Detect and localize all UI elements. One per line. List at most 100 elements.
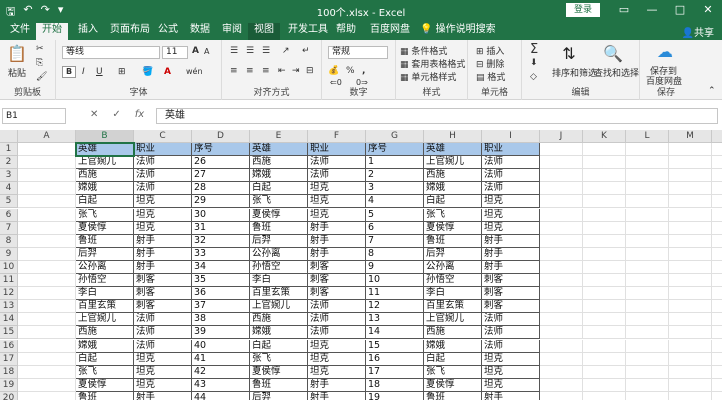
table-cell[interactable]: 孙悟空 xyxy=(76,274,134,287)
table-cell[interactable] xyxy=(712,235,722,248)
table-cell[interactable] xyxy=(18,195,76,209)
row-header[interactable]: 3 xyxy=(0,169,18,183)
select-all-corner[interactable] xyxy=(0,130,18,143)
column-header-g[interactable]: G xyxy=(366,130,424,143)
tab-view[interactable]: 视图 xyxy=(248,23,280,40)
table-cell[interactable] xyxy=(583,365,626,379)
column-header-m[interactable]: M xyxy=(669,130,712,143)
table-cell[interactable] xyxy=(626,378,669,392)
row-header[interactable]: 14 xyxy=(0,313,18,327)
table-cell[interactable]: 李白 xyxy=(250,274,308,287)
table-cell[interactable]: 10 xyxy=(366,274,424,287)
table-cell[interactable] xyxy=(626,208,669,222)
table-cell[interactable] xyxy=(712,143,722,156)
table-cell[interactable]: 李白 xyxy=(76,287,134,301)
table-cell[interactable]: 后羿 xyxy=(424,247,482,261)
table-cell[interactable]: 鲁班 xyxy=(424,391,482,400)
table-cell[interactable] xyxy=(18,300,76,314)
table-cell[interactable] xyxy=(669,352,712,366)
table-cell[interactable]: 4 xyxy=(366,195,424,209)
grow-font-button[interactable]: A xyxy=(192,46,199,56)
delete-button[interactable]: ⊟ 删除 xyxy=(476,57,504,70)
table-cell[interactable]: 43 xyxy=(192,378,250,392)
table-cell[interactable] xyxy=(626,234,669,248)
table-cell[interactable]: 鲁班 xyxy=(250,221,308,235)
table-cell[interactable] xyxy=(583,208,626,222)
shrink-font-button[interactable]: A xyxy=(204,47,209,56)
tab-home[interactable]: 开始 xyxy=(36,23,68,40)
table-cell[interactable] xyxy=(712,274,722,287)
tab-page-layout[interactable]: 页面布局 xyxy=(104,23,156,40)
table-cell[interactable]: 法师 xyxy=(482,169,540,183)
row-header[interactable]: 5 xyxy=(0,195,18,209)
table-cell[interactable]: 15 xyxy=(366,339,424,353)
table-cell[interactable] xyxy=(669,247,712,261)
table-cell[interactable]: 射手 xyxy=(308,391,366,400)
table-cell[interactable]: 张飞 xyxy=(424,365,482,379)
table-cell[interactable]: 33 xyxy=(192,247,250,261)
accounting-icon[interactable]: 💰 xyxy=(328,66,339,76)
table-cell[interactable] xyxy=(540,378,583,392)
table-cell[interactable] xyxy=(540,169,583,183)
table-cell[interactable] xyxy=(540,300,583,314)
table-cell[interactable]: 坦克 xyxy=(482,208,540,222)
table-cell[interactable]: 嫦娥 xyxy=(76,182,134,196)
table-cell[interactable] xyxy=(18,352,76,366)
table-cell[interactable]: 1 xyxy=(366,156,424,170)
tab-insert[interactable]: 插入 xyxy=(72,23,104,40)
column-header-l[interactable]: L xyxy=(626,130,669,143)
table-cell[interactable]: 夏侯惇 xyxy=(424,378,482,392)
table-cell[interactable]: 刺客 xyxy=(482,287,540,301)
table-cell[interactable]: 西施 xyxy=(76,326,134,340)
row-header[interactable]: 15 xyxy=(0,326,18,340)
table-cell[interactable] xyxy=(583,326,626,340)
table-cell[interactable] xyxy=(712,261,722,274)
table-cell[interactable] xyxy=(18,313,76,327)
header-cell[interactable]: 序号 xyxy=(366,143,424,156)
table-cell[interactable] xyxy=(540,247,583,261)
table-cell[interactable]: 坦克 xyxy=(482,365,540,379)
row-header[interactable]: 19 xyxy=(0,378,18,392)
table-cell[interactable] xyxy=(540,287,583,301)
wrap-text-icon[interactable]: ↵ xyxy=(302,46,310,56)
table-cell[interactable] xyxy=(18,274,76,287)
table-cell[interactable] xyxy=(626,352,669,366)
table-cell[interactable]: 夏侯惇 xyxy=(250,208,308,222)
tab-data[interactable]: 数据 xyxy=(184,23,216,40)
column-header-a[interactable]: A xyxy=(18,130,76,143)
table-cell[interactable]: 白起 xyxy=(76,195,134,209)
table-cell[interactable] xyxy=(18,156,76,170)
table-cell[interactable] xyxy=(583,169,626,183)
table-cell[interactable] xyxy=(669,221,712,235)
fill-icon[interactable]: ⬇ xyxy=(530,58,538,68)
table-cell[interactable]: 法师 xyxy=(308,169,366,183)
table-cell[interactable]: 40 xyxy=(192,339,250,353)
table-cell[interactable]: 法师 xyxy=(134,182,192,196)
table-cell[interactable] xyxy=(669,300,712,314)
table-cell[interactable]: 坦克 xyxy=(482,221,540,235)
row-header[interactable]: 12 xyxy=(0,287,18,301)
table-cell[interactable]: 法师 xyxy=(308,156,366,170)
table-cell[interactable]: 39 xyxy=(192,326,250,340)
table-cell[interactable] xyxy=(626,339,669,353)
table-cell[interactable]: 西施 xyxy=(250,313,308,327)
indent-decrease-icon[interactable]: ⇤ xyxy=(278,66,286,76)
table-cell[interactable] xyxy=(712,392,722,400)
table-cell[interactable]: 夏侯惇 xyxy=(424,221,482,235)
table-cell[interactable] xyxy=(669,195,712,209)
table-cell[interactable]: 公孙离 xyxy=(76,260,134,274)
table-cell[interactable] xyxy=(583,182,626,196)
table-cell[interactable] xyxy=(712,195,722,209)
table-cell[interactable] xyxy=(626,300,669,314)
table-cell[interactable]: 鲁班 xyxy=(76,234,134,248)
table-cell[interactable]: 2 xyxy=(366,169,424,183)
table-cell[interactable] xyxy=(18,326,76,340)
column-header-b[interactable]: B xyxy=(76,130,134,143)
header-cell[interactable]: 职业 xyxy=(308,143,366,156)
format-as-table-button[interactable]: ▦ 套用表格格式 xyxy=(400,57,465,70)
table-cell[interactable] xyxy=(626,287,669,301)
table-cell[interactable]: 13 xyxy=(366,313,424,327)
ribbon-display-icon[interactable]: ▭ xyxy=(610,0,638,20)
row-header[interactable]: 1 xyxy=(0,143,18,156)
table-cell[interactable]: 28 xyxy=(192,182,250,196)
